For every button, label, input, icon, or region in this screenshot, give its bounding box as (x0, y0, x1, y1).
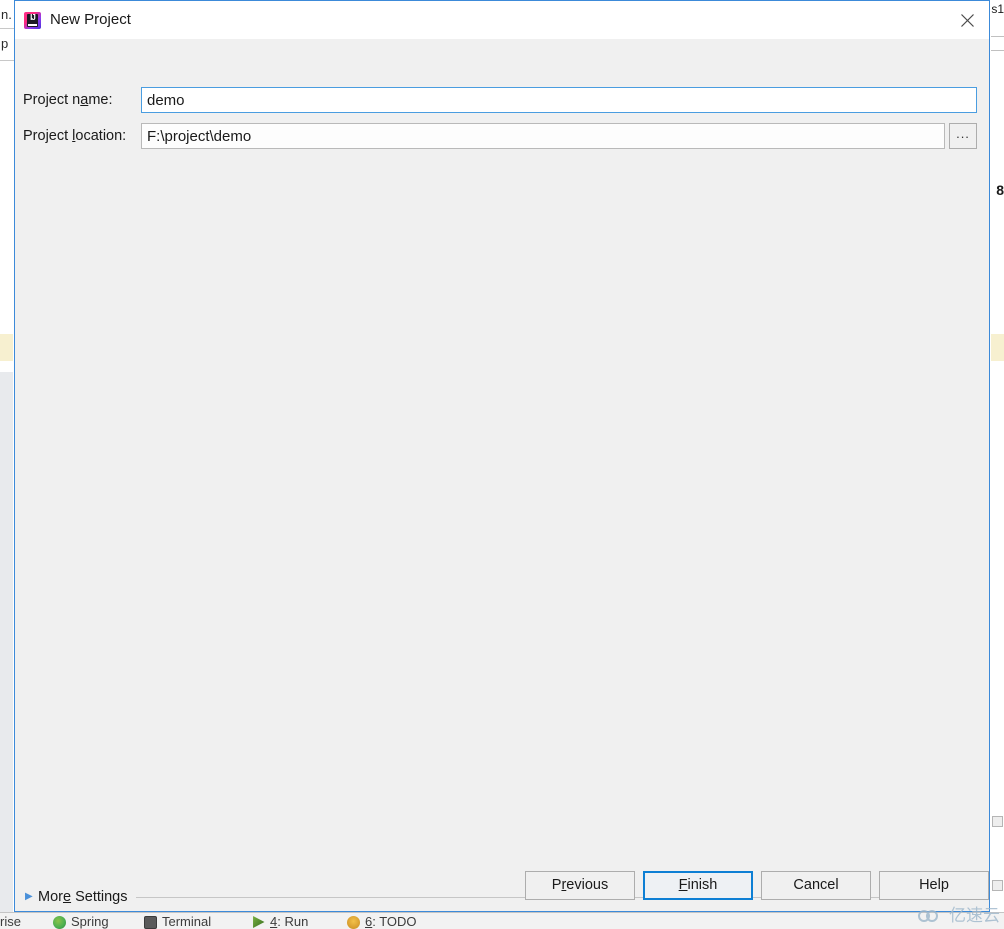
ide-scroll-button[interactable] (992, 816, 1003, 827)
ide-left-divider (0, 60, 14, 61)
ide-left-text-line2: p (1, 36, 9, 51)
run-icon (253, 916, 265, 928)
status-item-label: Spring (71, 914, 109, 929)
status-item-enterprise[interactable]: rise (0, 914, 21, 929)
browse-folder-button[interactable]: ... (949, 123, 977, 149)
project-location-row: Project location: ... (15, 123, 989, 149)
ide-right-text-mid: 8 (996, 182, 1004, 198)
status-item-label: 4: Run (270, 914, 308, 929)
project-name-label-pre: Project n (23, 92, 81, 108)
ide-editor-right-sliver: s1 8 (990, 0, 1004, 912)
finish-label-post: inish (687, 877, 718, 893)
dialog-button-bar: Pr evious Finish Cancel Help (15, 859, 989, 911)
todo-icon (347, 915, 360, 929)
previous-button[interactable]: Pr evious (525, 870, 635, 900)
status-item-label: rise (0, 914, 21, 929)
project-location-label-pre: Project (23, 128, 73, 144)
new-project-dialog: IJ New Project Project name: Project loc… (14, 0, 990, 912)
cancel-button[interactable]: Cancel (761, 870, 871, 900)
project-name-label-post: me: (88, 92, 113, 108)
ide-right-highlight-band (991, 334, 1004, 361)
ide-left-text-line1: n. (1, 7, 12, 22)
status-run-label-post: : Run (277, 914, 309, 929)
ide-right-divider (991, 36, 1004, 37)
project-name-row: Project name: (15, 87, 989, 113)
status-item-todo[interactable]: 6: TODO (347, 914, 417, 929)
project-name-input[interactable] (141, 87, 977, 113)
ide-right-text-top: s1 (991, 2, 1004, 16)
status-item-spring[interactable]: Spring (53, 914, 109, 929)
status-item-label: 6: TODO (365, 914, 417, 929)
terminal-icon (144, 915, 157, 929)
intellij-idea-icon: IJ (24, 11, 41, 29)
ide-status-bar: rise Spring Terminal 4: Run 6: TODO (0, 912, 1004, 929)
finish-label-mnemonic: F (678, 877, 688, 893)
finish-button[interactable]: Finish (643, 870, 753, 900)
dialog-title: New Project (50, 11, 131, 28)
spring-icon (53, 915, 66, 929)
ide-left-highlight-band (0, 334, 13, 361)
ide-right-divider (991, 50, 1004, 51)
status-item-label: Terminal (162, 914, 212, 929)
status-item-run[interactable]: 4: Run (252, 914, 308, 929)
project-location-label: Project location: (15, 127, 141, 145)
dialog-title-bar[interactable]: IJ New Project (15, 1, 989, 39)
ide-scroll-button[interactable] (992, 880, 1003, 891)
help-button[interactable]: Help (879, 870, 989, 900)
ide-left-lower-panel (0, 372, 13, 912)
status-todo-label-post: : TODO (372, 914, 417, 929)
ide-left-divider (0, 28, 14, 29)
status-item-terminal[interactable]: Terminal (144, 914, 211, 929)
close-icon[interactable] (945, 1, 989, 39)
project-location-input[interactable] (141, 123, 945, 149)
previous-label-post: evious (566, 877, 609, 893)
previous-label-pre: P (551, 877, 562, 893)
project-location-label-post: ocation: (75, 128, 127, 144)
dialog-body: Project name: Project location: ... ▶ Mo… (15, 39, 989, 911)
project-name-label: Project name: (15, 91, 141, 109)
